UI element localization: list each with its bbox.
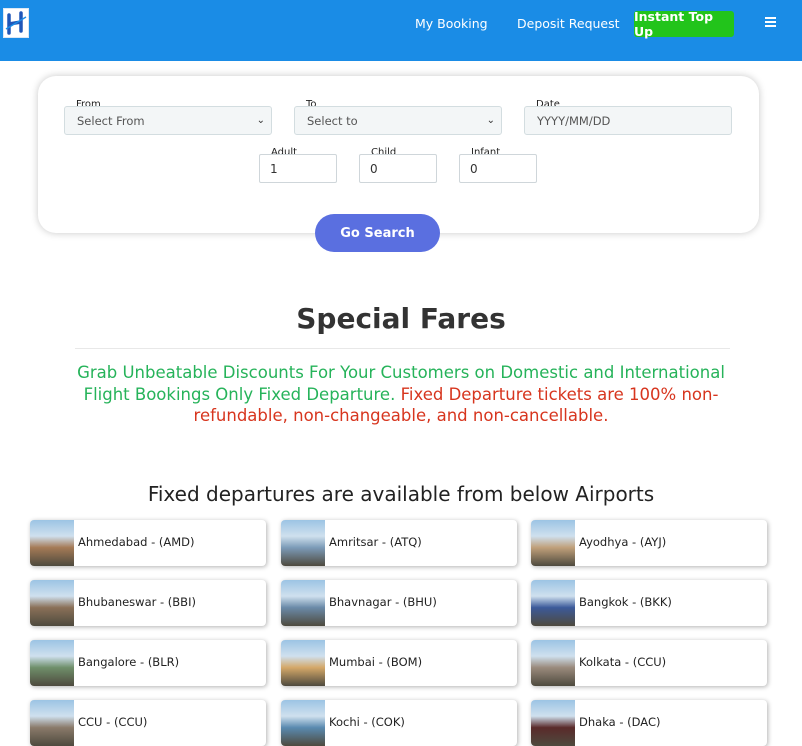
airport-name: Amritsar - (ATQ) [329, 535, 422, 549]
menu-icon[interactable] [765, 17, 777, 29]
from-select[interactable]: Select From ⌄ [64, 106, 272, 135]
to-select-value: Select to [307, 113, 358, 128]
airport-name: Kolkata - (CCU) [579, 655, 667, 669]
airport-thumbnail [30, 580, 74, 626]
airport-name: Bangkok - (BKK) [579, 595, 672, 609]
airport-name: Ahmedabad - (AMD) [78, 535, 195, 549]
logo-icon [5, 11, 27, 35]
airport-thumbnail [281, 700, 325, 746]
airport-card[interactable]: Mumbai - (BOM) [281, 640, 517, 686]
infant-input[interactable]: 0 [459, 154, 537, 183]
airports-heading: Fixed departures are available from belo… [147, 482, 655, 506]
airport-thumbnail [281, 640, 325, 686]
airport-card[interactable]: Kolkata - (CCU) [531, 640, 767, 686]
airport-name: Mumbai - (BOM) [329, 655, 423, 669]
promo-text: Grab Unbeatable Discounts For Your Custo… [70, 362, 732, 427]
to-select[interactable]: Select to ⌄ [294, 106, 502, 135]
airport-name: Bangalore - (BLR) [78, 655, 180, 669]
chevron-down-icon: ⌄ [486, 115, 495, 126]
top-navbar: My Booking Deposit Request Instant Top U… [0, 0, 802, 61]
airport-thumbnail [30, 700, 74, 746]
airport-card[interactable]: Amritsar - (ATQ) [281, 520, 517, 566]
airport-card[interactable]: Ahmedabad - (AMD) [30, 520, 266, 566]
airport-card[interactable]: Bangkok - (BKK) [531, 580, 767, 626]
nav-my-booking[interactable]: My Booking [415, 16, 488, 31]
airport-thumbnail [30, 520, 74, 566]
airport-card[interactable]: Bangalore - (BLR) [30, 640, 266, 686]
divider [75, 348, 730, 349]
airport-thumbnail [30, 640, 74, 686]
child-input[interactable]: 0 [359, 154, 437, 183]
brand-logo[interactable] [3, 8, 29, 38]
airport-card[interactable]: CCU - (CCU) [30, 700, 266, 746]
airport-thumbnail [531, 580, 575, 626]
airport-card[interactable]: Kochi - (COK) [281, 700, 517, 746]
from-select-value: Select From [77, 113, 145, 128]
airport-thumbnail [531, 640, 575, 686]
airport-card[interactable]: Bhubaneswar - (BBI) [30, 580, 266, 626]
go-search-button[interactable]: Go Search [315, 214, 440, 252]
special-fares-title: Special Fares [296, 302, 506, 335]
airport-card[interactable]: Bhavnagar - (BHU) [281, 580, 517, 626]
airport-card[interactable]: Ayodhya - (AYJ) [531, 520, 767, 566]
airport-name: Ayodhya - (AYJ) [579, 535, 667, 549]
airport-name: Bhubaneswar - (BBI) [78, 595, 196, 609]
adult-input[interactable]: 1 [259, 154, 337, 183]
chevron-down-icon: ⌄ [256, 115, 265, 126]
nav-deposit-request[interactable]: Deposit Request [517, 16, 620, 31]
airport-card[interactable]: Dhaka - (DAC) [531, 700, 767, 746]
airport-thumbnail [281, 580, 325, 626]
airport-name: Bhavnagar - (BHU) [329, 595, 437, 609]
airport-thumbnail [531, 520, 575, 566]
instant-top-up-button[interactable]: Instant Top Up [634, 9, 734, 39]
airport-thumbnail [531, 700, 575, 746]
date-placeholder: YYYY/MM/DD [537, 113, 611, 128]
airport-thumbnail [281, 520, 325, 566]
date-input[interactable]: YYYY/MM/DD [524, 106, 732, 135]
